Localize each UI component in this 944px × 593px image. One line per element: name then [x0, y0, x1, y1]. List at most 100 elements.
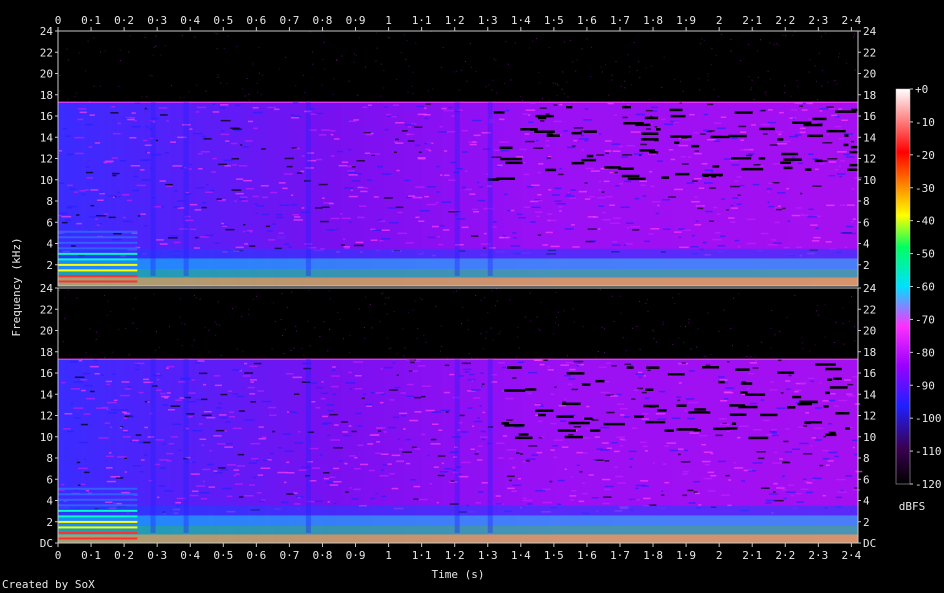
y-tick-label-right: 18 [863, 346, 876, 359]
colorbar-tick-label: -110 [915, 445, 942, 458]
x-tick-label-bottom: 1·7 [610, 549, 630, 562]
y-tick-label-right: 4 [863, 495, 870, 508]
credit-text: Created by SoX [2, 578, 95, 591]
y-tick-label-right: 2 [863, 259, 870, 272]
colorbar-tick-label: -20 [915, 149, 935, 162]
y-tick-label-right: 14 [863, 388, 877, 401]
x-tick-label-bottom: 0 [55, 549, 62, 562]
y-tick-label-right: 8 [863, 195, 870, 208]
y-tick-label-left: 14 [40, 131, 54, 144]
x-tick-label-top: 0·1 [81, 14, 101, 27]
colorbar-tick-label: +0 [915, 83, 928, 96]
y-tick-label-right: 22 [863, 303, 876, 316]
x-tick-label-top: 1·1 [412, 14, 432, 27]
x-tick-label-top: 1·9 [676, 14, 696, 27]
x-tick-label-bottom: 1·4 [511, 549, 531, 562]
x-tick-label-top: 0·7 [279, 14, 299, 27]
x-tick-label-bottom: 0·2 [114, 549, 134, 562]
x-tick-label-bottom: 0·4 [180, 549, 200, 562]
x-tick-label-top: 0·9 [346, 14, 366, 27]
x-tick-label-top: 2·3 [808, 14, 828, 27]
y-tick-label-left: 2 [46, 259, 53, 272]
x-tick-label-top: 1 [385, 14, 392, 27]
spectrogram-panel-1 [58, 31, 872, 286]
y-tick-label-left: 10 [40, 174, 53, 187]
y-tick-label-left: 24 [40, 25, 54, 38]
x-tick-label-bottom: 1·2 [445, 549, 465, 562]
x-tick-label-bottom: 0·8 [313, 549, 333, 562]
colorbar [895, 88, 911, 485]
x-tick-label-top: 2·2 [775, 14, 795, 27]
spectrogram-panel-2 [58, 288, 863, 543]
x-tick-label-bottom: 2·1 [742, 549, 762, 562]
y-tick-label-right: 4 [863, 238, 870, 251]
y-tick-label-right: 24 [863, 25, 877, 38]
y-tick-label-left: 16 [40, 110, 53, 123]
x-tick-label-top: 1·7 [610, 14, 630, 27]
x-tick-label-top: 0·3 [147, 14, 167, 27]
y-tick-label-right: 18 [863, 89, 876, 102]
x-tick-label-bottom: 0·1 [81, 549, 101, 562]
y-tick-label-left: 20 [40, 68, 53, 81]
y-tick-label-right: 2 [863, 516, 870, 529]
x-tick-label-top: 1·5 [544, 14, 564, 27]
x-tick-label-top: 0·4 [180, 14, 200, 27]
y-tick-label-right: 20 [863, 68, 876, 81]
x-tick-label-top: 1·6 [577, 14, 597, 27]
x-tick-label-top: 0·2 [114, 14, 134, 27]
colorbar-label: dBFS [899, 500, 926, 513]
y-tick-label-right: 12 [863, 153, 876, 166]
y-tick-label-right: 22 [863, 46, 876, 59]
x-tick-label-bottom: 2 [716, 549, 723, 562]
y-tick-label-left: 4 [46, 495, 53, 508]
y-tick-label-left: 22 [40, 303, 53, 316]
x-tick-label-top: 0·8 [313, 14, 333, 27]
x-tick-label-bottom: 0·3 [147, 549, 167, 562]
colorbar-tick-label: -50 [915, 248, 935, 261]
y-tick-label-left: 6 [46, 473, 53, 486]
y-tick-label-left: 12 [40, 410, 53, 423]
y-tick-label-right: 8 [863, 452, 870, 465]
y-axis-label: Frequency (kHz) [10, 237, 23, 336]
y-tick-label-right: 6 [863, 216, 870, 229]
spectrogram-chart: 2 24 46 68 810 1012 1214 1416 1618 1820 2022 2224 24… [10, 14, 942, 581]
y-tick-label-left: 4 [46, 238, 53, 251]
x-tick-label-bottom: 1·5 [544, 549, 564, 562]
x-tick-label-bottom: 1·8 [643, 549, 663, 562]
x-tick-label-bottom: 0·9 [346, 549, 366, 562]
y-tick-label-right: 24 [863, 282, 877, 295]
x-tick-label-top: 1·8 [643, 14, 663, 27]
colorbar-tick-label: -40 [915, 215, 935, 228]
y-tick-label-right: DC [863, 537, 876, 550]
colorbar-tick-label: -70 [915, 313, 935, 326]
y-tick-label-left: 18 [40, 346, 53, 359]
y-tick-label-left: 10 [40, 431, 53, 444]
x-tick-label-bottom: 1·3 [478, 549, 498, 562]
colorbar-tick-label: -60 [915, 281, 935, 294]
y-tick-label-left: 8 [46, 195, 53, 208]
x-tick-label-top: 1·3 [478, 14, 498, 27]
x-tick-label-top: 0 [55, 14, 62, 27]
y-tick-label-left: 16 [40, 367, 53, 380]
x-tick-label-bottom: 2·3 [808, 549, 828, 562]
x-tick-label-top: 1·4 [511, 14, 531, 27]
x-tick-label-bottom: 1 [385, 549, 392, 562]
colorbar-tick-label: -100 [915, 412, 942, 425]
x-tick-label-top: 2·1 [742, 14, 762, 27]
y-tick-label-right: 14 [863, 131, 877, 144]
x-tick-label-bottom: 1·9 [676, 549, 696, 562]
y-tick-label-left: 2 [46, 516, 53, 529]
colorbar-tick-label: -120 [915, 478, 942, 491]
y-tick-label-left: 14 [40, 388, 54, 401]
y-tick-label-right: 12 [863, 410, 876, 423]
x-tick-label-bottom: 2·4 [841, 549, 861, 562]
x-tick-label-bottom: 1·6 [577, 549, 597, 562]
x-tick-label-top: 0·5 [213, 14, 233, 27]
colorbar-tick-label: -90 [915, 379, 935, 392]
y-tick-label-left: 22 [40, 46, 53, 59]
x-tick-label-top: 2·4 [841, 14, 861, 27]
y-tick-label-right: 16 [863, 110, 876, 123]
x-tick-label-bottom: 0·5 [213, 549, 233, 562]
y-tick-label-left: 6 [46, 216, 53, 229]
y-tick-label-left: 12 [40, 153, 53, 166]
